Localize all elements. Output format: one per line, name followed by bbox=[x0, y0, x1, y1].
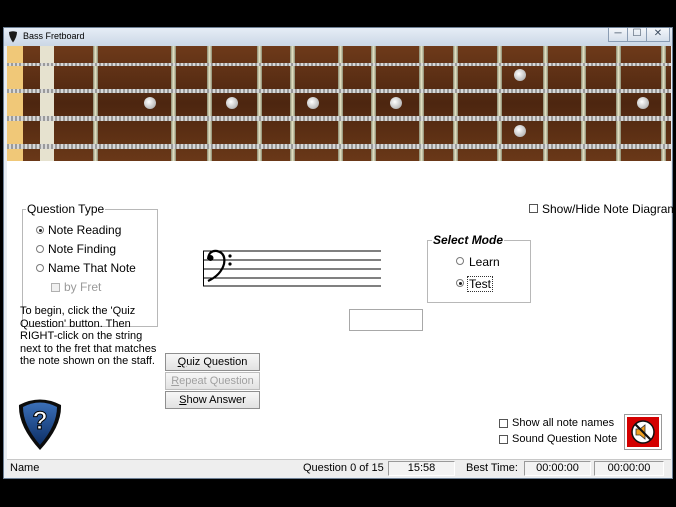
show-all-note-names-label[interactable]: Show all note names bbox=[512, 417, 614, 429]
by-fret-label: by Fret bbox=[64, 280, 102, 294]
learn-mode-radio[interactable] bbox=[456, 257, 464, 265]
bass-clef-icon bbox=[206, 249, 232, 282]
sound-question-note-checkbox[interactable] bbox=[499, 435, 508, 444]
note-finding-radio[interactable] bbox=[36, 245, 44, 253]
select-mode-legend: Select Mode bbox=[432, 233, 505, 247]
maximize-button[interactable]: ☐ bbox=[627, 28, 647, 42]
fretboard-graphic[interactable] bbox=[7, 46, 671, 161]
status-bar: Name Question 0 of 15 15:58 Best Time: 0… bbox=[7, 459, 671, 477]
window-title: Bass Fretboard bbox=[23, 31, 85, 41]
status-clock: 15:58 bbox=[388, 461, 455, 476]
svg-text:?: ? bbox=[32, 407, 47, 435]
help-pick-icon[interactable]: ? bbox=[16, 396, 64, 452]
app-window: Bass Fretboard ─ ☐ ✕ Question Type Note … bbox=[3, 27, 676, 479]
best-time-value: 00:00:00 bbox=[524, 461, 591, 476]
note-reading-radio[interactable] bbox=[36, 226, 44, 234]
learn-mode-label[interactable]: Learn bbox=[469, 255, 500, 269]
show-hide-diagram-checkbox[interactable] bbox=[529, 204, 538, 213]
note-reading-label[interactable]: Note Reading bbox=[48, 223, 121, 237]
by-fret-checkbox[interactable] bbox=[51, 283, 60, 292]
title-bar[interactable]: Bass Fretboard ─ ☐ ✕ bbox=[4, 28, 672, 46]
music-staff bbox=[203, 249, 381, 287]
repeat-question-button[interactable]: Repeat Question bbox=[165, 372, 260, 390]
question-type-legend: Question Type bbox=[26, 202, 106, 216]
show-all-note-names-checkbox[interactable] bbox=[499, 419, 508, 428]
best-time-label: Best Time: bbox=[466, 462, 518, 474]
sound-question-note-label[interactable]: Sound Question Note bbox=[512, 433, 617, 445]
test-mode-label[interactable]: Test bbox=[466, 276, 494, 292]
note-finding-label[interactable]: Note Finding bbox=[48, 242, 116, 256]
show-answer-button[interactable]: Show Answer bbox=[165, 391, 260, 409]
quiz-question-button[interactable]: Quiz Question bbox=[165, 353, 260, 371]
show-hide-diagram-label[interactable]: Show/Hide Note Diagram bbox=[542, 202, 676, 216]
select-mode-group bbox=[427, 240, 531, 303]
close-button[interactable]: ✕ bbox=[646, 28, 670, 42]
client-area: Question Type Note Reading Note Finding … bbox=[7, 46, 676, 477]
test-mode-radio[interactable] bbox=[456, 279, 464, 287]
name-that-note-radio[interactable] bbox=[36, 264, 44, 272]
elapsed-time-value: 00:00:00 bbox=[594, 461, 664, 476]
fretboard[interactable] bbox=[7, 46, 671, 161]
name-that-note-label[interactable]: Name That Note bbox=[48, 261, 136, 275]
answer-input[interactable] bbox=[349, 309, 423, 331]
sound-off-icon[interactable] bbox=[624, 414, 662, 450]
instructions-text: To begin, click the 'Quiz Question' butt… bbox=[20, 305, 157, 367]
minimize-button[interactable]: ─ bbox=[608, 28, 628, 42]
status-question-count: Question 0 of 15 bbox=[303, 462, 384, 474]
status-name: Name bbox=[10, 462, 40, 474]
guitar-pick-app-icon bbox=[9, 31, 17, 43]
